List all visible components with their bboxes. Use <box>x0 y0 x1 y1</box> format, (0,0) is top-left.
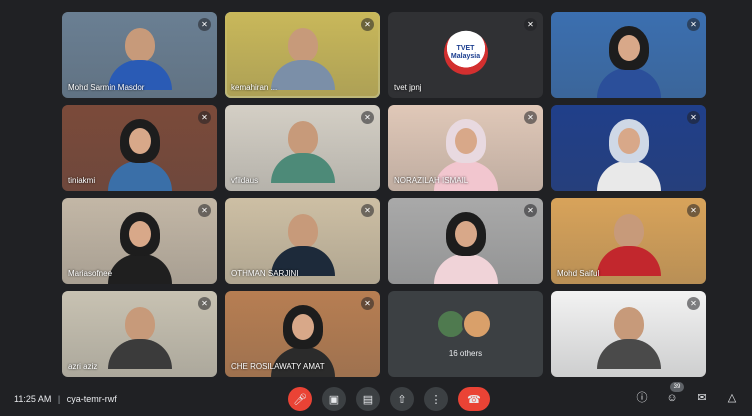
participant-name: azri aziz <box>68 362 98 371</box>
mic-muted-icon: ✕ <box>198 297 211 310</box>
participant-video <box>596 119 661 191</box>
call-controls: 🎤︎ ▣ ▤ ⇧ ⋮ ☎ <box>288 387 490 411</box>
participant-tile[interactable]: tiniakmi ✕ <box>62 105 217 191</box>
participant-tile[interactable]: OTHMAN SARJINI ✕ <box>225 198 380 284</box>
mic-muted-icon: ✕ <box>524 204 537 217</box>
participant-name: Mohd Sarmin Masdor <box>68 83 145 92</box>
bottom-bar: 11:25 AM | cya-temr-rwf 🎤︎ ▣ ▤ ⇧ ⋮ ☎ ⓘ ☺… <box>0 382 752 416</box>
participant-video <box>596 214 661 276</box>
mic-muted-icon: ✕ <box>687 111 700 124</box>
participant-video <box>596 26 661 98</box>
participant-name: kemahiran ... <box>231 83 278 92</box>
people-count-badge: 39 <box>670 382 684 392</box>
info-button[interactable]: ⓘ <box>634 390 650 406</box>
participant-video <box>107 307 172 369</box>
mic-muted-icon: ✕ <box>198 204 211 217</box>
participant-name: NORAZILAH ISMAIL <box>394 176 469 185</box>
participant-name: OTHMAN SARJINI <box>231 269 299 278</box>
participant-video <box>107 212 172 284</box>
side-actions: ⓘ ☺ 39 ✉ △ <box>634 382 740 406</box>
separator: | <box>57 394 61 404</box>
participant-video <box>270 214 335 276</box>
participant-name: tiniakmi <box>68 176 96 185</box>
activities-button[interactable]: △ <box>724 390 740 406</box>
participant-tile[interactable]: ✕ <box>388 198 543 284</box>
participant-tile[interactable]: kemahiran ... ✕ <box>225 12 380 98</box>
camera-button[interactable]: ▣ <box>322 387 346 411</box>
captions-button[interactable]: ▤ <box>356 387 380 411</box>
tvet-malaysia-logo: TVET Malaysia <box>443 30 488 75</box>
participant-tile[interactable]: ✕ <box>551 105 706 191</box>
camera-icon: ▣ <box>328 393 340 406</box>
mic-muted-icon: ✕ <box>687 297 700 310</box>
participant-name: Mariasofnee <box>68 269 113 278</box>
present-icon: ⇧ <box>397 393 407 406</box>
present-button[interactable]: ⇧ <box>390 387 414 411</box>
others-count: 16 others <box>448 349 483 358</box>
mic-muted-icon: ✕ <box>198 111 211 124</box>
mic-off-icon: 🎤︎ <box>293 393 307 406</box>
mic-muted-icon: ✕ <box>687 18 700 31</box>
participant-tile[interactable]: ✕ <box>551 12 706 98</box>
mic-muted-icon: ✕ <box>361 111 374 124</box>
participant-name: CHE ROSILAWATY AMAT <box>231 362 325 371</box>
chat-button[interactable]: ✉ <box>694 390 710 406</box>
clock-time: 11:25 AM <box>14 394 52 404</box>
more-vert-icon: ⋮ <box>430 393 442 406</box>
participant-video <box>107 28 172 90</box>
mic-muted-icon: ✕ <box>361 18 374 31</box>
participant-video <box>270 28 335 90</box>
people-button[interactable]: ☺ 39 <box>664 382 684 406</box>
people-icon: ☺ <box>666 392 678 404</box>
participant-video <box>596 307 661 369</box>
participant-video <box>433 212 498 284</box>
participant-tile[interactable]: 16 others <box>388 291 543 377</box>
leave-call-button[interactable]: ☎ <box>458 387 490 411</box>
mic-muted-icon: ✕ <box>361 297 374 310</box>
participant-tile[interactable]: ✕ <box>551 291 706 377</box>
participant-video <box>107 119 172 191</box>
mic-off-button[interactable]: 🎤︎ <box>288 387 312 411</box>
participant-name: tvet jpnj <box>394 83 422 92</box>
mic-muted-icon: ✕ <box>524 111 537 124</box>
participant-tile[interactable]: Mohd Sarmin Masdor ✕ <box>62 12 217 98</box>
participant-name: vfildaus <box>231 176 259 185</box>
participant-name: Mohd Saiful <box>557 269 600 278</box>
others-avatars <box>435 309 492 339</box>
more-options-button[interactable]: ⋮ <box>424 387 448 411</box>
participant-grid: Mohd Sarmin Masdor ✕ kemahiran ... ✕ TVET Ma… <box>62 12 706 382</box>
participant-tile[interactable]: Mohd Saiful ✕ <box>551 198 706 284</box>
participant-tile[interactable]: TVET Malaysia tvet jpnj ✕ <box>388 12 543 98</box>
activities-icon: △ <box>727 392 737 404</box>
participant-tile[interactable]: azri aziz ✕ <box>62 291 217 377</box>
mic-muted-icon: ✕ <box>687 204 700 217</box>
meeting-info: 11:25 AM | cya-temr-rwf <box>14 394 117 404</box>
avatar <box>461 309 492 339</box>
chat-icon: ✉ <box>697 392 707 404</box>
participant-tile[interactable]: CHE ROSILAWATY AMAT ✕ <box>225 291 380 377</box>
participant-video <box>270 121 335 183</box>
hang-up-icon: ☎ <box>467 393 481 406</box>
mic-muted-icon: ✕ <box>524 18 537 31</box>
meeting-code: cya-temr-rwf <box>66 394 117 404</box>
captions-icon: ▤ <box>362 393 374 406</box>
mic-muted-icon: ✕ <box>198 18 211 31</box>
participant-tile[interactable]: vfildaus ✕ <box>225 105 380 191</box>
participant-tile[interactable]: NORAZILAH ISMAIL ✕ <box>388 105 543 191</box>
info-icon: ⓘ <box>636 392 648 404</box>
participant-tile[interactable]: Mariasofnee ✕ <box>62 198 217 284</box>
mic-muted-icon: ✕ <box>361 204 374 217</box>
